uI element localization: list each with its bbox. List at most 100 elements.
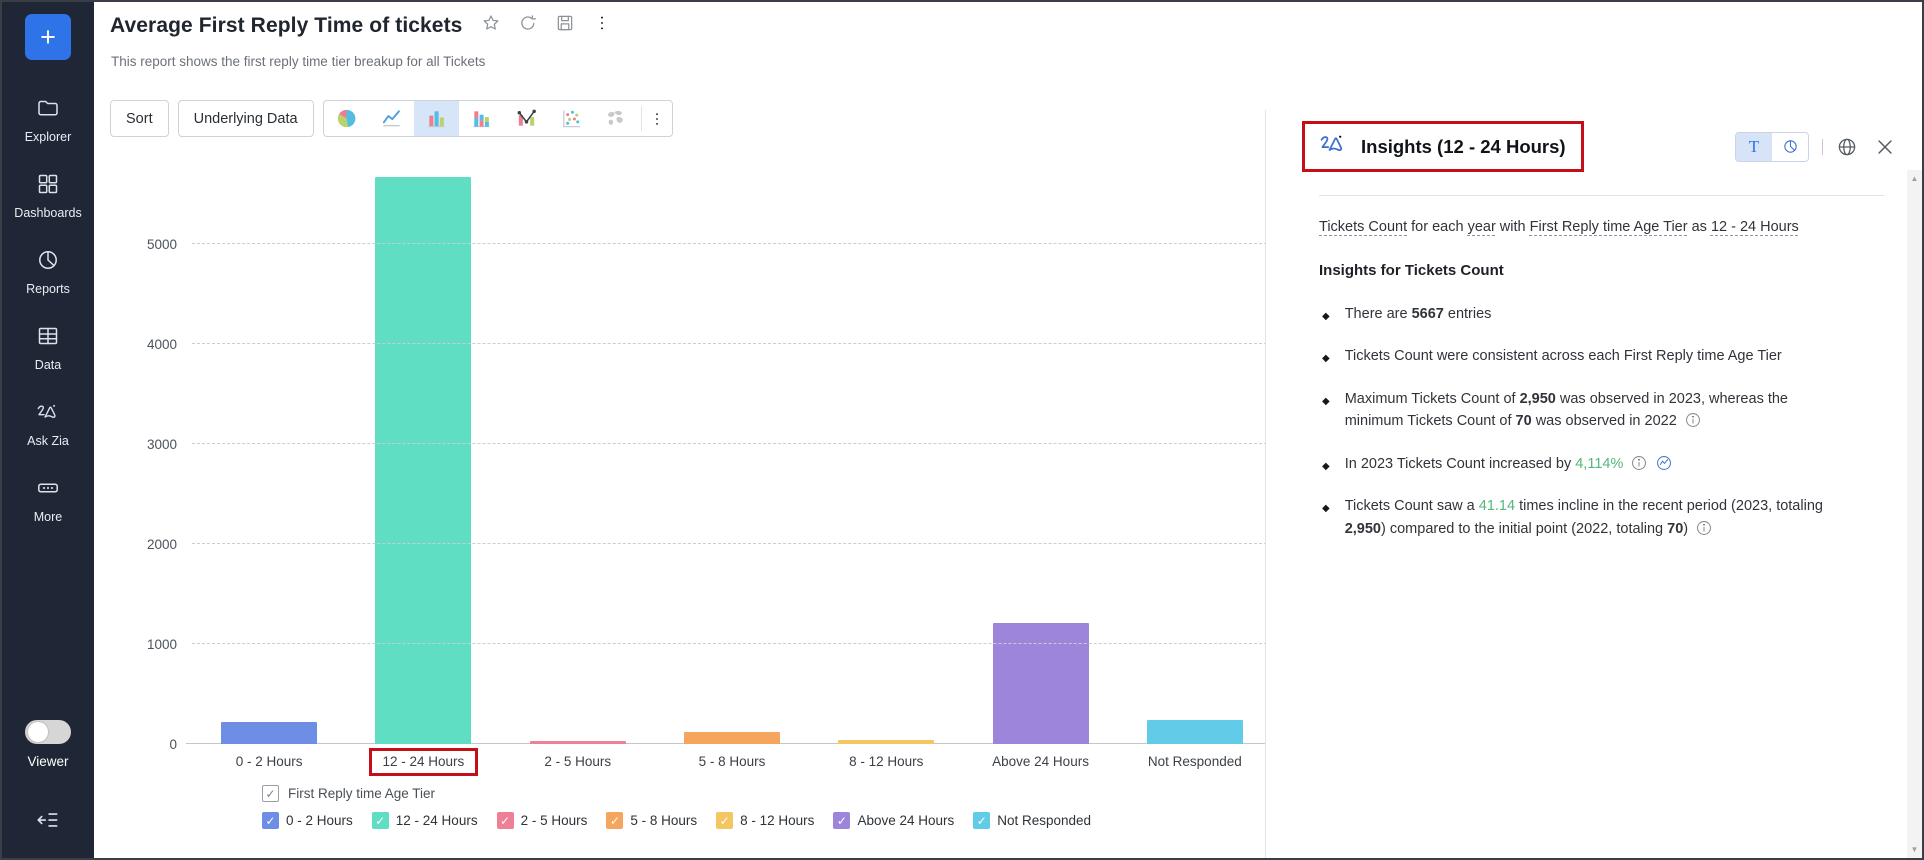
sidebar-bottom: Viewer	[2, 720, 94, 838]
text-segment: for each	[1407, 219, 1467, 235]
legend-checkbox[interactable]: ✓	[973, 812, 990, 829]
sidebar-item-label: Dashboards	[14, 206, 81, 220]
insight-bullet: ◆Tickets Count were consistent across ea…	[1319, 345, 1850, 367]
chart-type-line[interactable]	[369, 101, 414, 136]
info-icon[interactable]	[1684, 410, 1702, 432]
bar-5-8-hours[interactable]	[684, 732, 780, 745]
legend-item-0-2-hours[interactable]: ✓0 - 2 Hours	[262, 812, 353, 829]
viewer-toggle[interactable]	[25, 720, 71, 744]
sidebar-item-ask-zia[interactable]: Ask Zia	[27, 400, 69, 448]
sidebar-item-label: Reports	[26, 282, 70, 296]
bar-2-5-hours[interactable]	[530, 741, 626, 744]
insight-bullet: ◆In 2023 Tickets Count increased by 4,11…	[1319, 453, 1850, 475]
favorite-star-icon[interactable]	[481, 13, 501, 38]
language-globe-button[interactable]	[1836, 136, 1858, 158]
bullet-text: Maximum Tickets Count of 2,950 was obser…	[1345, 388, 1850, 433]
create-new-button[interactable]: +	[25, 14, 71, 60]
sidebar-item-dashboards[interactable]: Dashboards	[14, 172, 81, 220]
y-axis-label: 4000	[147, 337, 177, 352]
bar-12-24-hours[interactable]	[375, 177, 471, 744]
legend-checkbox[interactable]: ✓	[833, 812, 850, 829]
insights-heading: Insights for Tickets Count	[1319, 259, 1850, 282]
legend-item-not-responded[interactable]: ✓Not Responded	[973, 812, 1091, 829]
insight-field-link[interactable]: year	[1468, 219, 1496, 235]
insight-field-link[interactable]: 12 - 24 Hours	[1711, 219, 1799, 235]
underlying-data-button[interactable]: Underlying Data	[178, 100, 314, 137]
bar-0-2-hours[interactable]	[221, 722, 317, 745]
chart-type-combo[interactable]	[504, 101, 549, 136]
text-segment: )	[1683, 521, 1688, 537]
gridline	[192, 643, 1272, 644]
bar-slot	[655, 732, 809, 745]
save-icon[interactable]	[555, 13, 575, 38]
legend-label: 12 - 24 Hours	[396, 813, 478, 828]
legend-checkbox[interactable]: ✓	[372, 812, 389, 829]
chart-legend: ✓0 - 2 Hours✓12 - 24 Hours✓2 - 5 Hours✓5…	[262, 812, 1282, 829]
chart-type-more-icon[interactable]	[642, 101, 672, 136]
sidebar-item-more[interactable]: More	[34, 476, 62, 524]
insights-summary: Tickets Count for each year with First R…	[1319, 216, 1850, 238]
collapse-sidebar-button[interactable]	[35, 807, 61, 838]
legend-item-above-24-hours[interactable]: ✓Above 24 Hours	[833, 812, 954, 829]
ellipsis-icon	[36, 476, 60, 503]
table-icon	[36, 324, 60, 351]
folder-icon	[36, 96, 60, 123]
close-insights-button[interactable]	[1874, 136, 1896, 158]
legend-checkbox[interactable]: ✓	[262, 812, 279, 829]
sidebar-item-data[interactable]: Data	[35, 324, 61, 372]
insight-bullet: ◆There are 5667 entries	[1319, 303, 1850, 325]
text-segment: 2,950	[1345, 521, 1381, 537]
bar-chart: 010002000300040005000 0 - 2 Hours12 - 24…	[102, 168, 1282, 829]
text-segment: 5667	[1412, 306, 1444, 322]
pie-chart-icon	[36, 248, 60, 275]
x-axis-label-8-12-hours: 8 - 12 Hours	[809, 754, 963, 769]
refresh-icon[interactable]	[518, 13, 538, 38]
text-segment: 70	[1667, 521, 1683, 537]
sort-button[interactable]: Sort	[110, 100, 169, 137]
title-more-menu-icon[interactable]	[592, 13, 612, 38]
sidebar-item-label: Explorer	[25, 130, 72, 144]
bullet-text: Tickets Count were consistent across eac…	[1345, 345, 1850, 367]
zia-chart-icon[interactable]	[1655, 453, 1673, 475]
chart-type-bar-selected[interactable]	[414, 101, 459, 136]
chart-type-scatter[interactable]	[549, 101, 594, 136]
legend-item-12-24-hours[interactable]: ✓ 12 - 24 Hours	[372, 812, 478, 829]
report-subtitle: This report shows the first reply time t…	[111, 54, 485, 69]
scroll-down-arrow[interactable]: ▼	[1911, 841, 1919, 858]
chart-type-stacked-bar[interactable]	[459, 101, 504, 136]
scrollbar[interactable]: ▲ ▼	[1907, 170, 1922, 858]
sidebar-item-reports[interactable]: Reports	[26, 248, 70, 296]
info-icon[interactable]	[1695, 518, 1713, 540]
insight-field-link[interactable]: Tickets Count	[1319, 219, 1407, 235]
text-segment: ) compared to the initial point (2022, t…	[1381, 521, 1667, 537]
info-icon[interactable]	[1630, 453, 1648, 475]
legend-item-2-5-hours[interactable]: ✓2 - 5 Hours	[497, 812, 588, 829]
chart-type-pie[interactable]	[324, 101, 369, 136]
text-segment: 4,114%	[1575, 456, 1623, 472]
text-segment: entries	[1444, 306, 1492, 322]
text-view-label: T	[1749, 137, 1759, 157]
gridline	[192, 443, 1272, 444]
bar-8-12-hours[interactable]	[838, 740, 934, 744]
legend-checkbox[interactable]: ✓	[716, 812, 733, 829]
legend-item-5-8-hours[interactable]: ✓5 - 8 Hours	[606, 812, 697, 829]
legend-checkbox[interactable]: ✓	[606, 812, 623, 829]
legend-title-checkbox[interactable]: ✓	[262, 785, 279, 802]
text-view-toggle[interactable]: T	[1736, 133, 1772, 161]
legend-label: 8 - 12 Hours	[740, 813, 814, 828]
bar-not-responded[interactable]	[1147, 720, 1243, 744]
sidebar-item-label: Ask Zia	[27, 434, 69, 448]
chart-type-map[interactable]	[594, 101, 639, 136]
scroll-up-arrow[interactable]: ▲	[1911, 170, 1919, 187]
legend-checkbox[interactable]: ✓	[497, 812, 514, 829]
bars-container	[192, 168, 1272, 744]
text-segment: 2,950	[1520, 391, 1556, 407]
y-axis-label: 3000	[147, 437, 177, 452]
bar-above-24-hours[interactable]	[993, 623, 1089, 744]
panel-header-divider	[1319, 195, 1884, 196]
legend-item-8-12-hours[interactable]: ✓ 8 - 12 Hours	[716, 812, 814, 829]
insight-field-link[interactable]: First Reply time Age Tier	[1530, 219, 1688, 235]
sidebar-item-explorer[interactable]: Explorer	[25, 96, 72, 144]
chart-view-toggle[interactable]	[1772, 133, 1808, 161]
sidebar-nav: Explorer Dashboards Reports Data Ask Zia More	[14, 96, 81, 524]
